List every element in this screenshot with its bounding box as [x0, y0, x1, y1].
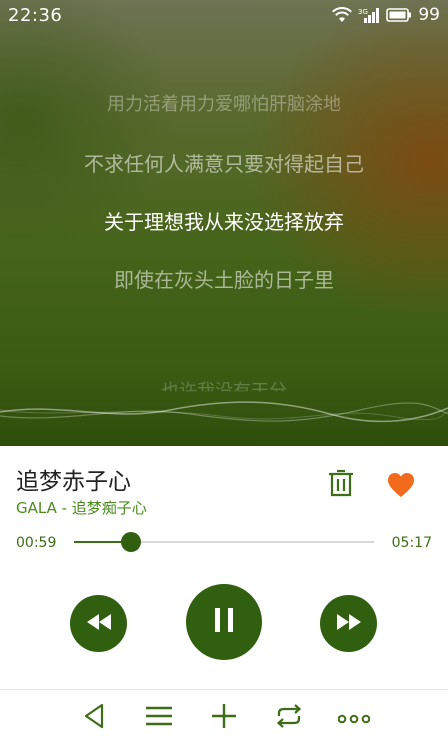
trash-icon [328, 468, 354, 502]
more-icon [337, 709, 371, 728]
progress-thumb[interactable] [121, 532, 141, 552]
player-panel: 追梦赤子心 GALA - 追梦痴子心 00:59 05:17 [0, 446, 448, 745]
lyrics-panel[interactable]: 22:36 3G 99 用力活着用力爱哪怕肝脑涂地 不求任何人满意只要对得起自己… [0, 0, 448, 446]
favorite-button[interactable] [384, 470, 418, 504]
battery-icon [386, 8, 412, 22]
current-lyric-line: 关于理想我从来没选择放弃 [104, 210, 344, 234]
add-icon [211, 703, 237, 733]
lyric-line: 不求任何人满意只要对得起自己 [84, 152, 364, 176]
playlist-icon [145, 705, 173, 731]
progress-slider[interactable] [74, 532, 374, 552]
rewind-button[interactable] [70, 595, 127, 652]
music-player-screen: 22:36 3G 99 用力活着用力爱哪怕肝脑涂地 不求任何人满意只要对得起自己… [0, 0, 448, 745]
lyric-line: 用力活着用力爱哪怕肝脑涂地 [107, 94, 341, 115]
pause-icon [213, 608, 235, 636]
wifi-icon [332, 7, 353, 23]
fast-forward-icon [336, 613, 362, 634]
back-button[interactable] [78, 702, 110, 734]
status-time: 22:36 [8, 5, 63, 26]
status-icons: 3G 99 [332, 5, 440, 25]
current-time: 00:59 [16, 535, 57, 551]
song-title: 追梦赤子心 [16, 469, 131, 495]
bottom-toolbar [0, 689, 448, 745]
network-label: 3G [358, 8, 368, 16]
sound-wave [0, 401, 448, 423]
song-artist: GALA - 追梦痴子心 [16, 499, 147, 517]
repeat-icon [274, 704, 304, 732]
total-time: 05:17 [391, 535, 432, 551]
signal-icon: 3G [358, 7, 380, 23]
status-bar: 22:36 3G 99 [0, 0, 448, 32]
lyric-line: 即使在灰头土脸的日子里 [114, 268, 334, 292]
delete-button[interactable] [324, 468, 358, 502]
more-button[interactable] [337, 702, 371, 734]
heart-icon [387, 472, 415, 502]
add-button[interactable] [208, 702, 240, 734]
playlist-button[interactable] [143, 702, 175, 734]
repeat-button[interactable] [273, 702, 305, 734]
battery-level: 99 [418, 5, 440, 25]
pause-button[interactable] [186, 584, 262, 660]
back-icon [82, 703, 106, 733]
fast-forward-button[interactable] [320, 595, 377, 652]
rewind-icon [86, 613, 112, 634]
